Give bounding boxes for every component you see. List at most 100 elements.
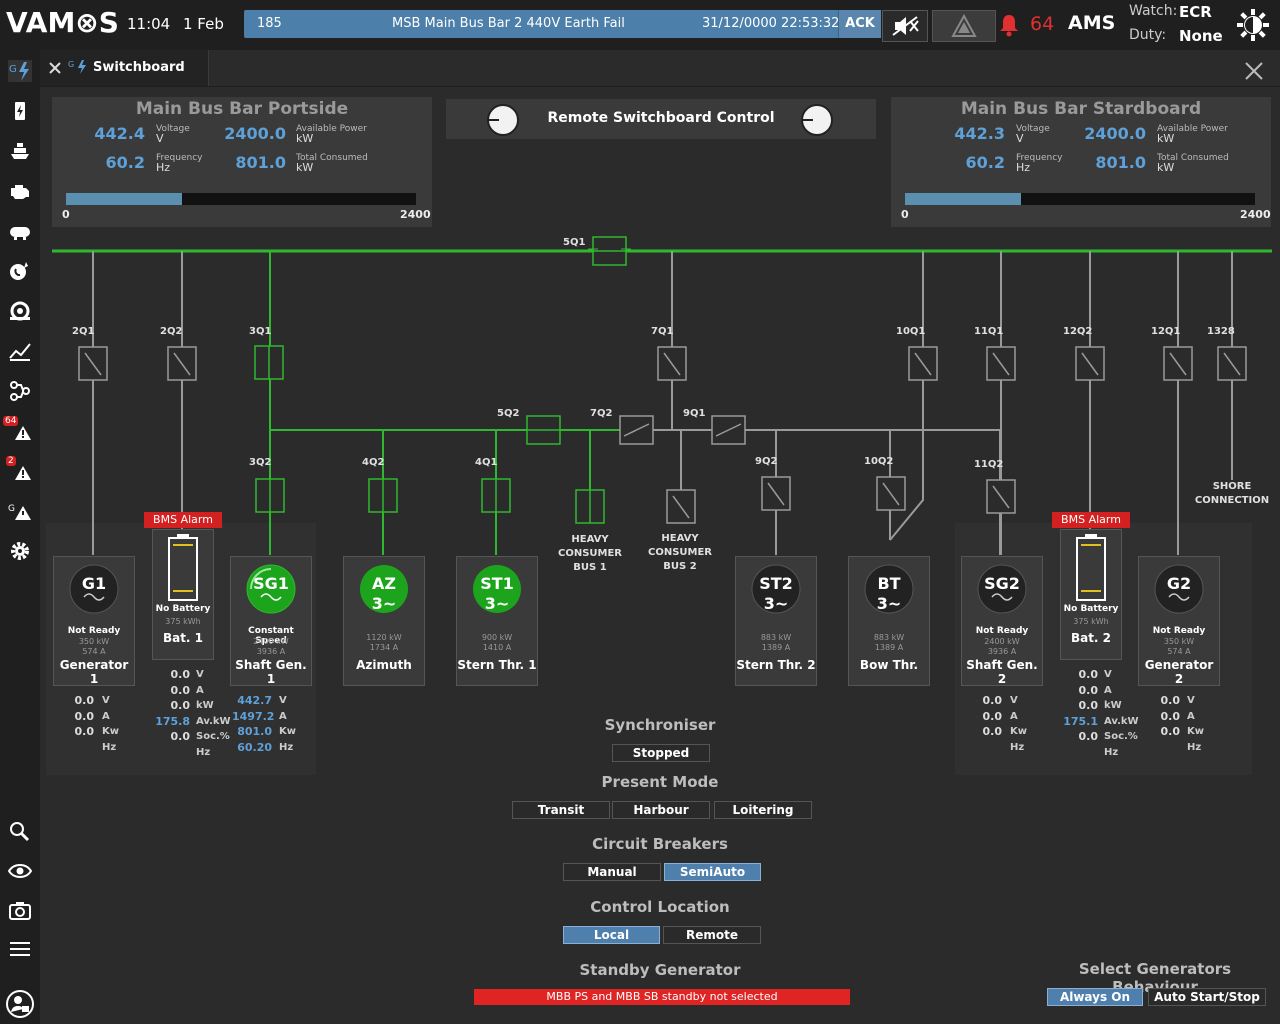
label-5q1: 5Q1 [563,237,586,248]
heavy-consumer-bus-2-label: HEAVY CONSUMER BUS 2 [647,533,712,572]
battery-icon [1076,534,1106,601]
mode-loitering-button[interactable]: Loitering [714,801,812,819]
breakers-semiauto-button[interactable]: SemiAuto [664,863,761,881]
shore-connection-label: SHORE CONNECTION [1194,481,1270,506]
st1-current: 1410 A [482,643,512,652]
present-mode-title: Present Mode [601,773,719,791]
label-1328: 1328 [1207,326,1235,337]
g1-readings: 0.0 0.0 0.0 [74,694,95,738]
label-4q2: 4Q2 [362,457,385,468]
generator-2-card[interactable]: G2 Not Ready 350 kW 574 A Generator 2 [1138,556,1220,686]
label-11q2: 11Q2 [974,459,1004,470]
label-12q1: 12Q1 [1151,326,1181,337]
sg2-readings: 0.0 0.0 0.0 [982,694,1003,738]
st2-rating: 883 kW [760,633,792,642]
g2-symbol: G2 [1166,574,1192,593]
bat1-status: No Battery [155,604,211,614]
label-4q1: 4Q1 [475,457,498,468]
bat1-readings: 0.0 0.0 0.0 175.8 0.0 [155,668,190,743]
g2-readings: 0.0 0.0 0.0 [1160,694,1181,738]
sg2-current: 3936 A [987,647,1017,656]
bow-thruster-card[interactable]: BT 3~ 883 kW 1389 A Bow Thr. [848,556,930,686]
g2-rating: 350 kW [1163,637,1195,646]
mode-harbour-button[interactable]: Harbour [612,801,710,819]
bt-rating: 883 kW [873,633,905,642]
stern-thruster-1-card[interactable]: ST1 3~ 900 kW 1410 A Stern Thr. 1 [456,556,538,686]
g1-name: Generator 1 [59,658,129,686]
stern-thruster-2-card[interactable]: ST2 3~ 883 kW 1389 A Stern Thr. 2 [735,556,817,686]
bt-name: Bow Thr. [859,658,919,672]
bt-phase: 3~ [876,594,902,613]
label-10q1: 10Q1 [896,326,926,337]
sg2-name: Shaft Gen. 2 [966,658,1038,686]
mode-transit-button[interactable]: Transit [512,801,610,819]
sg2-symbol: SG2 [984,574,1020,593]
st1-rating: 900 kW [481,633,513,642]
bt-current: 1389 A [874,643,904,652]
battery-2-card[interactable]: No Battery 375 kWh Bat. 2 [1060,529,1122,660]
st2-current: 1389 A [761,643,791,652]
bat2-units: V AkW Av.kW Soc.% Hz [1104,669,1139,758]
label-5q2: 5Q2 [497,408,520,419]
battery-icon [168,534,198,601]
shaft-generator-1-card[interactable]: SG1 Constant Speed 2400 kW 3936 A Shaft … [230,556,312,686]
az-current: 1734 A [369,643,399,652]
label-12q2: 12Q2 [1063,326,1093,337]
breakers-manual-button[interactable]: Manual [563,863,661,881]
sg1-name: Shaft Gen. 1 [235,658,307,686]
location-local-button[interactable]: Local [563,926,660,944]
st1-name: Stern Thr. 1 [457,658,537,672]
location-remote-button[interactable]: Remote [663,926,761,944]
label-9q1: 9Q1 [683,408,706,419]
bt-symbol: BT [877,574,901,593]
azimuth-card[interactable]: AZ 3~ 1120 kW 1734 A Azimuth [343,556,425,686]
g1-status: Not Ready [67,626,121,636]
az-symbol: AZ [372,574,396,593]
g2-name: Generator 2 [1144,658,1214,686]
sg1-current: 3936 A [256,647,286,656]
behaviour-always-on-button[interactable]: Always On [1047,988,1143,1006]
label-3q2: 3Q2 [249,457,272,468]
bat2-name: Bat. 2 [1070,631,1112,645]
label-10q2: 10Q2 [864,456,894,467]
synchroniser-state-button[interactable]: Stopped [612,744,710,762]
g1-symbol: G1 [81,574,107,593]
synchroniser-title: Synchroniser [604,716,716,734]
sg1-rating: 2400 kW [253,637,289,646]
bat2-status: No Battery [1063,604,1119,614]
bat1-units: V AkW Av.kW Soc.% Hz [196,669,231,758]
generator-1-card[interactable]: G1 Not Ready 350 kW 574 A Generator 1 [53,556,135,686]
bms-alarm-badge-1[interactable]: BMS Alarm [144,512,222,528]
az-name: Azimuth [356,658,412,672]
az-rating: 1120 kW [366,633,402,642]
sg2-units: V A Kw Hz [1010,695,1027,753]
bat1-name: Bat. 1 [162,631,204,645]
sg2-rating: 2400 kW [984,637,1020,646]
sg1-readings: 442.7 1497.2 801.0 60.20 [232,694,275,754]
label-7q1: 7Q1 [651,326,674,337]
label-2q2: 2Q2 [160,326,183,337]
sg1-units: V A Kw Hz [279,695,296,753]
st1-phase: 3~ [484,594,510,613]
az-phase: 3~ [371,594,397,613]
control-location-title: Control Location [590,898,730,916]
bms-alarm-badge-2[interactable]: BMS Alarm [1052,512,1130,528]
st2-phase: 3~ [763,594,789,613]
standby-warning-message: MBB PS and MBB SB standby not selected [474,989,850,1005]
shaft-generator-2-card[interactable]: SG2 Not Ready 2400 kW 3936 A Shaft Gen. … [961,556,1043,686]
label-7q2: 7Q2 [590,408,613,419]
bat1-capacity: 375 kWh [165,617,201,626]
label-3q1: 3Q1 [249,326,272,337]
g2-current: 574 A [1167,647,1191,656]
label-9q2: 9Q2 [755,456,778,467]
heavy-consumer-bus-1-label: HEAVY CONSUMER BUS 1 [557,534,622,573]
g1-units: V A Kw Hz [102,695,119,753]
g1-current: 574 A [82,647,106,656]
circuit-breakers-title: Circuit Breakers [592,835,728,853]
st1-symbol: ST1 [480,574,514,593]
behaviour-auto-start-stop-button[interactable]: Auto Start/Stop [1148,988,1266,1006]
standby-generator-title: Standby Generator [579,961,741,979]
battery-1-card[interactable]: No Battery 375 kWh Bat. 1 [152,529,214,660]
g2-status: Not Ready [1152,626,1206,636]
label-2q1: 2Q1 [72,326,95,337]
